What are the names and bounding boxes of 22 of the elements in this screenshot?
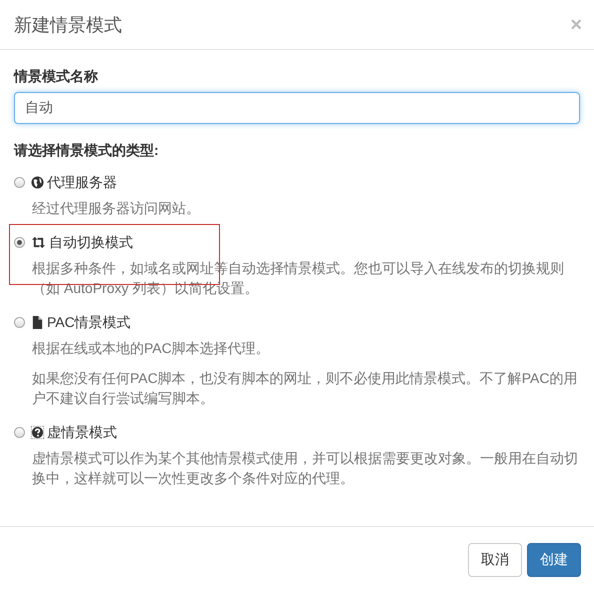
file-icon (31, 316, 44, 328)
option-description: 经过代理服务器访问网站。 (32, 199, 201, 218)
create-button[interactable]: 创建 (527, 542, 581, 576)
option-description: 如果您没有任何PAC脚本，也没有脚本的网址，则不必使用此情景模式。不了解PAC的用户不建议自行尝试编写脚本。 (32, 369, 578, 408)
radio-button[interactable] (14, 316, 25, 328)
option-label[interactable]: 代理服务器 (47, 172, 117, 192)
radio-button[interactable] (14, 176, 25, 188)
section-label: 请选择情景模式的类型: (14, 141, 159, 160)
field-label: 情景模式名称 (14, 67, 98, 86)
cancel-button[interactable]: 取消 (468, 542, 522, 576)
radio-button[interactable] (14, 426, 25, 438)
option-description: 虚情景模式可以作为某个其他情景模式使用，并可以根据需要更改对象。一般用在自动切换中，这样就可以一次性更改多个条件对应的代理。 (32, 449, 578, 488)
question-icon (31, 426, 44, 438)
name-input-field[interactable]: 自动 (14, 92, 580, 124)
option-description: 根据在线或本地的PAC脚本选择代理。 (32, 339, 271, 358)
switch-arrows-icon (31, 236, 46, 248)
radio-button[interactable] (14, 236, 25, 248)
dialog-title: 新建情景模式 (14, 14, 122, 36)
option-label[interactable]: 虚情景模式 (47, 422, 117, 442)
option-label[interactable]: 自动切换模式 (49, 232, 133, 252)
globe-icon (31, 176, 44, 188)
option-label[interactable]: PAC情景模式 (47, 312, 131, 332)
